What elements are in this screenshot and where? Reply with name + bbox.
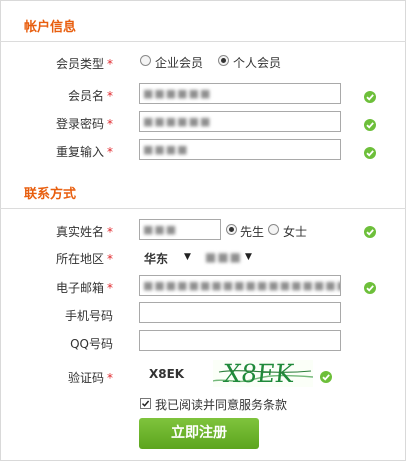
account-type-personal-radio[interactable] (218, 55, 229, 66)
mobile-input[interactable] (139, 302, 341, 323)
real-name-label: 真实姓名 * (55, 225, 113, 239)
province-dropdown-icon[interactable]: ▼ (184, 252, 191, 262)
password-label: 登录密码 * (55, 117, 113, 131)
captcha-image-text: X8EK (222, 360, 296, 387)
password-input[interactable]: ■■■■■■ (139, 111, 341, 132)
repeat-password-input[interactable]: ■■■■ (139, 139, 341, 160)
real-name-check-icon (364, 226, 376, 238)
section-divider (0, 208, 406, 209)
repeat-password-label: 重复输入 * (55, 145, 113, 159)
agreement-checkbox[interactable] (140, 398, 151, 409)
account-type-personal-label[interactable]: 个人会员 (233, 54, 281, 71)
email-input[interactable]: ■■■■■■■■■■■■■■■■■■■ (139, 275, 341, 296)
gender-male-radio[interactable] (226, 224, 237, 235)
account-section-title: 帐户信息 (24, 20, 77, 35)
username-input[interactable]: ■■■■■■ (139, 83, 341, 104)
captcha-check-icon (320, 371, 332, 383)
city-dropdown-icon[interactable]: ▼ (245, 252, 252, 262)
account-type-label: 会员类型 * (55, 57, 113, 71)
account-type-enterprise-label[interactable]: 企业会员 (155, 54, 203, 71)
gender-female-radio[interactable] (268, 224, 279, 235)
email-check-icon (364, 282, 376, 294)
city-select[interactable]: ■■■ (205, 250, 242, 264)
contact-section-title: 联系方式 (24, 187, 77, 202)
email-label: 电子邮箱 * (55, 281, 113, 295)
qq-input[interactable] (139, 330, 341, 351)
gender-female-label[interactable]: 女士 (283, 223, 307, 240)
username-label: 会员名 * (67, 89, 113, 103)
section-divider (0, 41, 406, 42)
agreement-text[interactable]: 我已阅读并同意服务条款 (155, 396, 287, 413)
captcha-input[interactable]: X8EK (149, 367, 184, 381)
region-label: 所在地区 * (55, 252, 113, 266)
register-button[interactable]: 立即注册 (139, 418, 259, 449)
password-check-icon (364, 119, 376, 131)
gender-male-label[interactable]: 先生 (240, 223, 264, 240)
account-type-enterprise-radio[interactable] (140, 55, 151, 66)
repeat-password-check-icon (364, 147, 376, 159)
province-select[interactable]: 华东 (144, 250, 168, 267)
qq-label: QQ号码 (70, 337, 113, 351)
username-check-icon (364, 91, 376, 103)
mobile-label: 手机号码 (64, 309, 113, 323)
real-name-input[interactable]: ■■■ (139, 219, 221, 240)
captcha-image[interactable]: X8EK (212, 359, 314, 388)
captcha-label: 验证码 * (67, 371, 113, 385)
